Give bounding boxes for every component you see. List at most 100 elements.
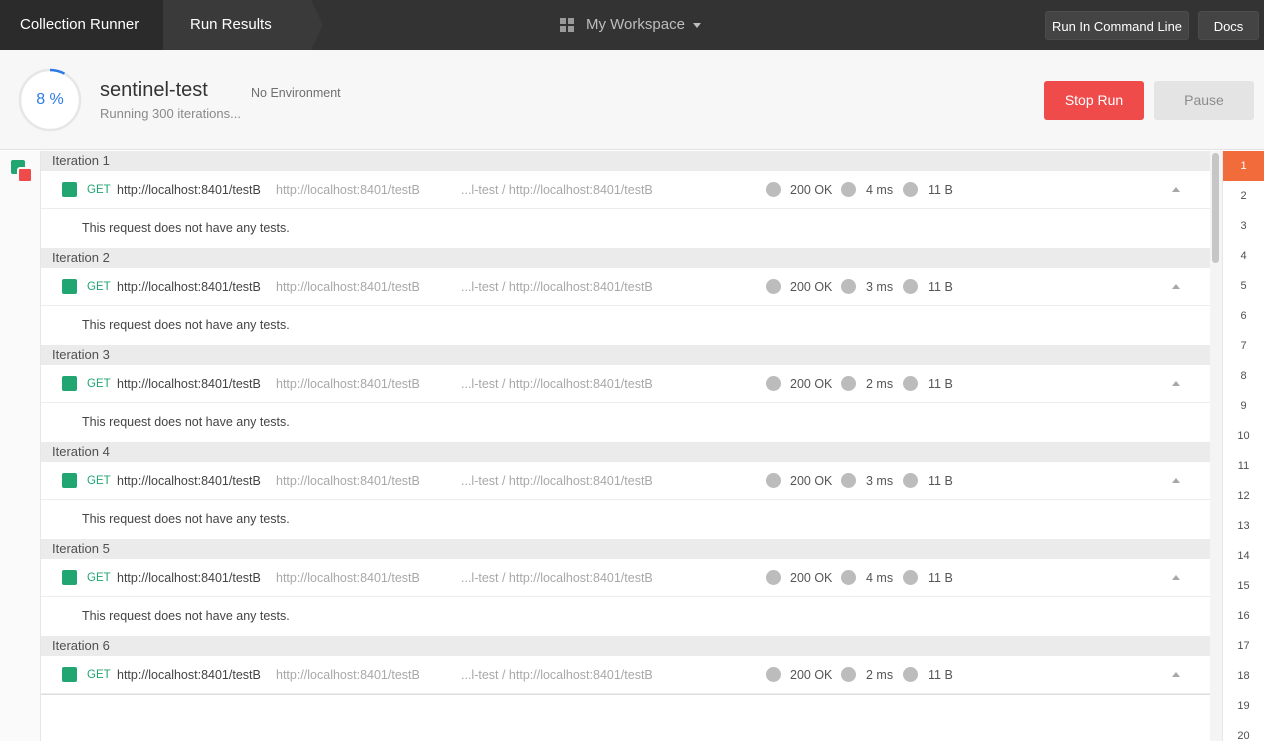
request-url[interactable]: http://localhost:8401/testB xyxy=(117,462,261,500)
results-gutter xyxy=(0,151,41,741)
iteration-nav-item[interactable]: 3 xyxy=(1223,211,1264,241)
request-url[interactable]: http://localhost:8401/testB xyxy=(117,656,261,694)
resolved-url: http://localhost:8401/testB xyxy=(276,183,420,197)
size-dot-icon xyxy=(903,182,918,197)
request-row[interactable]: GET http://localhost:8401/testB http://loc… xyxy=(41,656,1210,694)
time-dot-icon xyxy=(841,279,856,294)
pass-status-icon xyxy=(62,473,77,488)
time-dot-icon xyxy=(841,376,856,391)
request-row[interactable]: GET http://localhost:8401/testB http://loc… xyxy=(41,365,1210,403)
iteration-nav-item[interactable]: 20 xyxy=(1223,721,1264,751)
size-dot-icon xyxy=(903,279,918,294)
results-scrollbar-thumb[interactable] xyxy=(1212,153,1219,263)
chevron-up-icon[interactable] xyxy=(1172,672,1180,677)
response-status: 200 OK xyxy=(790,668,833,682)
request-row[interactable]: GET http://localhost:8401/testB http://loc… xyxy=(41,171,1210,209)
resolved-url: http://localhost:8401/testB xyxy=(276,377,420,391)
response-time: 2 ms xyxy=(866,668,894,682)
response-size: 11 B xyxy=(928,377,953,391)
request-path: ...l-test / http://localhost:8401/testB xyxy=(461,571,653,585)
status-dot-icon xyxy=(766,473,781,488)
iteration-header: Iteration 5 xyxy=(41,539,1210,559)
iteration-nav-item[interactable]: 8 xyxy=(1223,361,1264,391)
status-dot-icon xyxy=(766,182,781,197)
iteration-nav-item[interactable]: 7 xyxy=(1223,331,1264,361)
breadcrumb-run-results[interactable]: Run Results xyxy=(163,0,323,50)
response-time: 4 ms xyxy=(866,183,894,197)
iteration-nav-item[interactable]: 16 xyxy=(1223,601,1264,631)
request-row[interactable]: GET http://localhost:8401/testB http://loc… xyxy=(41,268,1210,306)
response-status: 200 OK xyxy=(790,571,833,585)
test-result-message: This request does not have any tests. xyxy=(41,597,1210,636)
iteration-nav-item[interactable]: 10 xyxy=(1223,421,1264,451)
response-time: 3 ms xyxy=(866,280,894,294)
chevron-up-icon[interactable] xyxy=(1172,284,1180,289)
resolved-url: http://localhost:8401/testB xyxy=(276,571,420,585)
iteration-header: Iteration 1 xyxy=(41,151,1210,171)
response-size: 11 B xyxy=(928,571,953,585)
iteration-nav-item[interactable]: 5 xyxy=(1223,271,1264,301)
time-dot-icon xyxy=(841,667,856,682)
iteration-nav-item[interactable]: 17 xyxy=(1223,631,1264,661)
size-dot-icon xyxy=(903,376,918,391)
iteration-nav-item[interactable]: 14 xyxy=(1223,541,1264,571)
iteration-header: Iteration 4 xyxy=(41,442,1210,462)
time-dot-icon xyxy=(841,570,856,585)
test-result-message: This request does not have any tests. xyxy=(41,209,1210,248)
request-url[interactable]: http://localhost:8401/testB xyxy=(117,559,261,597)
docs-button[interactable]: Docs xyxy=(1198,11,1259,40)
request-url[interactable]: http://localhost:8401/testB xyxy=(117,365,261,403)
chevron-up-icon[interactable] xyxy=(1172,575,1180,580)
iteration-navigator: 1 2 3 4 5 6 7 8 9 10 11 12 13 14 15 16 17 18 19 20 xyxy=(1222,151,1264,742)
iteration-header: Iteration 3 xyxy=(41,345,1210,365)
iteration-header: Iteration 6 xyxy=(41,636,1210,656)
breadcrumb-collection-runner[interactable]: Collection Runner xyxy=(0,0,175,50)
iteration-nav-item[interactable]: 6 xyxy=(1223,301,1264,331)
chevron-up-icon[interactable] xyxy=(1172,478,1180,483)
status-dot-icon xyxy=(766,570,781,585)
request-row[interactable]: GET http://localhost:8401/testB http://loc… xyxy=(41,462,1210,500)
pass-status-icon xyxy=(62,570,77,585)
results-list[interactable]: Iteration 1 GET http://localhost:8401/test… xyxy=(41,151,1210,741)
resolved-url: http://localhost:8401/testB xyxy=(276,668,420,682)
chevron-up-icon[interactable] xyxy=(1172,187,1180,192)
resolved-url: http://localhost:8401/testB xyxy=(276,474,420,488)
iteration-nav-item[interactable]: 15 xyxy=(1223,571,1264,601)
iteration-nav-item[interactable]: 2 xyxy=(1223,181,1264,211)
pass-status-icon xyxy=(62,182,77,197)
iteration-nav-item[interactable]: 4 xyxy=(1223,241,1264,271)
progress-percent: 8 % xyxy=(36,91,64,108)
request-method: GET xyxy=(87,669,111,681)
run-status-text: Running 300 iterations... xyxy=(100,106,241,121)
request-row[interactable]: GET http://localhost:8401/testB http://loc… xyxy=(41,559,1210,597)
iteration-nav-item[interactable]: 12 xyxy=(1223,481,1264,511)
stop-run-button[interactable]: Stop Run xyxy=(1044,81,1144,120)
chevron-up-icon[interactable] xyxy=(1172,381,1180,386)
request-url[interactable]: http://localhost:8401/testB xyxy=(117,268,261,306)
pause-button[interactable]: Pause xyxy=(1154,81,1254,120)
test-result-message: This request does not have any tests. xyxy=(41,403,1210,442)
response-status: 200 OK xyxy=(790,377,833,391)
time-dot-icon xyxy=(841,182,856,197)
pass-status-icon xyxy=(62,279,77,294)
grid-icon xyxy=(560,18,574,32)
iteration-nav-item[interactable]: 9 xyxy=(1223,391,1264,421)
request-method: GET xyxy=(87,281,111,293)
iteration-nav-item[interactable]: 18 xyxy=(1223,661,1264,691)
request-url[interactable]: http://localhost:8401/testB xyxy=(117,171,261,209)
response-status: 200 OK xyxy=(790,280,833,294)
iteration-nav-item[interactable]: 11 xyxy=(1223,451,1264,481)
iteration-nav-item[interactable]: 13 xyxy=(1223,511,1264,541)
request-path: ...l-test / http://localhost:8401/testB xyxy=(461,377,653,391)
response-time: 4 ms xyxy=(866,571,894,585)
workspace-switcher[interactable]: My Workspace xyxy=(560,0,701,50)
run-in-command-line-button[interactable]: Run In Command Line xyxy=(1045,11,1189,40)
iteration-nav-item[interactable]: 19 xyxy=(1223,691,1264,721)
response-time: 3 ms xyxy=(866,474,894,488)
iteration-nav-item[interactable]: 1 xyxy=(1223,151,1264,181)
response-status: 200 OK xyxy=(790,474,833,488)
response-size: 11 B xyxy=(928,183,953,197)
size-dot-icon xyxy=(903,570,918,585)
request-path: ...l-test / http://localhost:8401/testB xyxy=(461,474,653,488)
request-method: GET xyxy=(87,184,111,196)
